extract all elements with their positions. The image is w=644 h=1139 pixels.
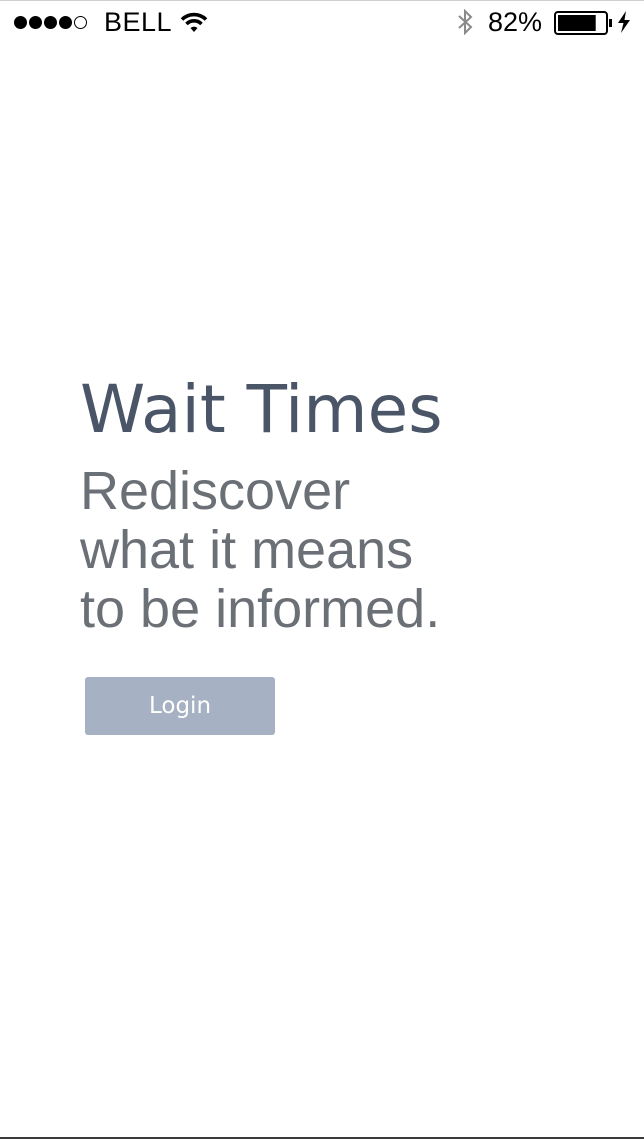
bluetooth-icon <box>458 9 473 35</box>
carrier-name: BELL <box>104 7 173 37</box>
battery-percentage: 82% <box>488 7 543 37</box>
login-button[interactable]: Login <box>85 677 275 735</box>
battery-icon <box>554 11 612 35</box>
signal-dot <box>74 15 87 29</box>
tagline-line: to be informed. <box>80 579 441 639</box>
signal-dot <box>44 15 57 29</box>
status-bar: BELL 82% <box>0 0 644 44</box>
app-title: Wait Times <box>80 371 443 448</box>
signal-strength-icon <box>14 14 87 30</box>
signal-dot <box>14 15 27 29</box>
charging-bolt-icon <box>618 11 630 33</box>
signal-dot <box>29 15 42 29</box>
wifi-icon <box>180 12 208 32</box>
tagline: Rediscover what it means to be informed. <box>80 462 440 639</box>
signal-dot <box>59 15 72 29</box>
tagline-line: what it means <box>80 520 414 580</box>
tagline-line: Rediscover <box>80 461 351 521</box>
